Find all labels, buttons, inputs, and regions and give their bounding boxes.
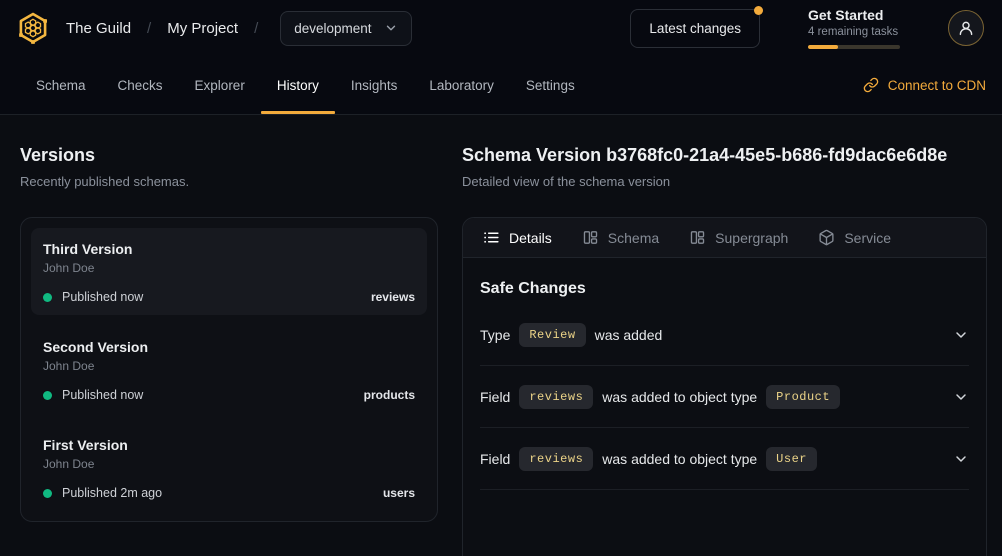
published-status-text: Published now — [62, 290, 143, 304]
list-icon — [483, 229, 500, 246]
get-started-title: Get Started — [808, 7, 900, 23]
version-author: John Doe — [43, 359, 415, 373]
detail-tab-label: Supergraph — [715, 230, 788, 246]
change-target-badge: Product — [766, 385, 840, 409]
change-row[interactable]: Type Review was added — [480, 304, 969, 366]
breadcrumb-org[interactable]: The Guild — [66, 20, 131, 37]
published-status-dot — [43, 391, 52, 400]
user-icon — [957, 19, 975, 37]
tab-schema[interactable]: Schema — [20, 56, 102, 114]
tab-label: History — [277, 78, 319, 93]
tab-label: Settings — [526, 78, 575, 93]
change-name-badge: reviews — [519, 385, 593, 409]
change-name-badge: reviews — [519, 447, 593, 471]
tab-laboratory[interactable]: Laboratory — [413, 56, 510, 114]
version-name: Second Version — [43, 339, 415, 355]
schema-version-panel: Schema Version b3768fc0-21a4-45e5-b686-f… — [450, 115, 1002, 556]
main-nav: Schema Checks Explorer History Insights … — [0, 56, 1002, 115]
published-status-dot — [43, 293, 52, 302]
detail-tab-details[interactable]: Details — [483, 229, 552, 246]
chevron-down-icon[interactable] — [953, 451, 969, 467]
latest-changes-label: Latest changes — [649, 21, 741, 36]
tab-label: Explorer — [195, 78, 245, 93]
breadcrumb-project[interactable]: My Project — [167, 20, 238, 37]
detail-tab-label: Service — [844, 230, 891, 246]
versions-card: Third Version John Doe Published now rev… — [20, 217, 438, 522]
detail-tab-schema[interactable]: Schema — [582, 229, 659, 246]
chevron-down-icon — [384, 21, 398, 35]
schema-version-subtitle: Detailed view of the schema version — [462, 173, 987, 191]
change-kind: Type — [480, 327, 510, 343]
change-description: was added to object type — [602, 451, 757, 467]
versions-subtitle: Recently published schemas. — [20, 173, 438, 191]
tab-history[interactable]: History — [261, 56, 335, 114]
box-icon — [818, 229, 835, 246]
connect-to-cdn-label: Connect to CDN — [888, 78, 986, 93]
detail-tabs: Details Schema Sup — [463, 218, 986, 258]
version-author: John Doe — [43, 457, 415, 471]
version-list-item[interactable]: Third Version John Doe Published now rev… — [31, 228, 427, 315]
tab-checks[interactable]: Checks — [102, 56, 179, 114]
tab-label: Insights — [351, 78, 398, 93]
change-name-badge: Review — [519, 323, 585, 347]
breadcrumb-separator: / — [147, 20, 151, 37]
published-status-text: Published 2m ago — [62, 486, 162, 500]
detail-tab-service[interactable]: Service — [818, 229, 891, 246]
chevron-down-icon[interactable] — [953, 327, 969, 343]
tab-settings[interactable]: Settings — [510, 56, 591, 114]
tab-label: Laboratory — [429, 78, 494, 93]
version-service-name: reviews — [371, 290, 415, 304]
detail-tab-label: Schema — [608, 230, 659, 246]
safe-changes-title: Safe Changes — [480, 280, 969, 298]
version-name: Third Version — [43, 241, 415, 257]
chevron-down-icon[interactable] — [953, 389, 969, 405]
schema-version-title: Schema Version b3768fc0-21a4-45e5-b686-f… — [462, 143, 987, 167]
latest-changes-button[interactable]: Latest changes — [630, 9, 760, 48]
connect-to-cdn-link[interactable]: Connect to CDN — [863, 56, 986, 114]
top-bar: The Guild / My Project / development Lat… — [0, 0, 1002, 56]
get-started-progress-fill — [808, 45, 838, 49]
version-service-name: products — [364, 388, 415, 402]
version-name: First Version — [43, 437, 415, 453]
environment-select-value: development — [294, 21, 371, 36]
change-row[interactable]: Field reviews was added to object type P… — [480, 366, 969, 428]
breadcrumb-separator: / — [254, 20, 258, 37]
user-avatar[interactable] — [948, 10, 984, 46]
content-area: Versions Recently published schemas. Thi… — [0, 115, 1002, 556]
schema-version-detail-box: Details Schema Sup — [462, 217, 987, 556]
tab-explorer[interactable]: Explorer — [179, 56, 261, 114]
tab-insights[interactable]: Insights — [335, 56, 414, 114]
published-status-dot — [43, 489, 52, 498]
change-target-badge: User — [766, 447, 817, 471]
version-list-item[interactable]: Second Version John Doe Published now pr… — [31, 326, 427, 413]
environment-select[interactable]: development — [280, 11, 411, 46]
get-started-widget[interactable]: Get Started 4 remaining tasks — [808, 7, 900, 49]
tab-label: Checks — [118, 78, 163, 93]
versions-title: Versions — [20, 143, 438, 167]
version-service-name: users — [383, 486, 415, 500]
panels-icon — [582, 229, 599, 246]
change-description: was added — [595, 327, 663, 343]
version-author: John Doe — [43, 261, 415, 275]
notification-dot — [754, 6, 763, 15]
versions-panel: Versions Recently published schemas. Thi… — [0, 115, 450, 556]
change-kind: Field — [480, 389, 510, 405]
version-list-item[interactable]: First Version John Doe Published 2m ago … — [31, 424, 427, 511]
change-description: was added to object type — [602, 389, 757, 405]
tab-label: Schema — [36, 78, 86, 93]
guild-hive-logo-icon[interactable] — [16, 11, 50, 45]
published-status-text: Published now — [62, 388, 143, 402]
get-started-subtitle: 4 remaining tasks — [808, 26, 900, 38]
change-row[interactable]: Field reviews was added to object type U… — [480, 428, 969, 490]
detail-tab-label: Details — [509, 230, 552, 246]
get-started-progress-bar — [808, 45, 900, 49]
link-icon — [863, 77, 879, 93]
detail-body: Safe Changes Type Review was added Field… — [463, 280, 986, 490]
panels-icon — [689, 229, 706, 246]
detail-tab-supergraph[interactable]: Supergraph — [689, 229, 788, 246]
change-kind: Field — [480, 451, 510, 467]
